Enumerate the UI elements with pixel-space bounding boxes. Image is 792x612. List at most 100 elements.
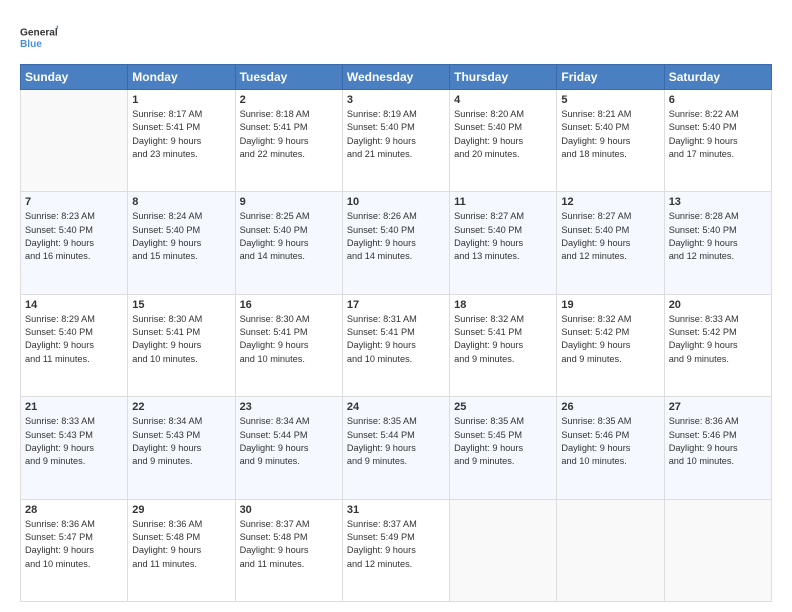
calendar-header-row: SundayMondayTuesdayWednesdayThursdayFrid…: [21, 65, 772, 90]
calendar-cell: [557, 499, 664, 601]
day-number: 29: [132, 504, 230, 516]
cell-info: Sunrise: 8:17 AMSunset: 5:41 PMDaylight:…: [132, 108, 230, 161]
day-number: 1: [132, 94, 230, 106]
cell-info: Sunrise: 8:18 AMSunset: 5:41 PMDaylight:…: [240, 108, 338, 161]
day-number: 16: [240, 299, 338, 311]
logo-icon: General Blue: [20, 18, 58, 56]
day-number: 26: [561, 401, 659, 413]
day-number: 28: [25, 504, 123, 516]
day-header-monday: Monday: [128, 65, 235, 90]
cell-info: Sunrise: 8:35 AMSunset: 5:44 PMDaylight:…: [347, 415, 445, 468]
day-number: 22: [132, 401, 230, 413]
day-number: 21: [25, 401, 123, 413]
cell-info: Sunrise: 8:34 AMSunset: 5:44 PMDaylight:…: [240, 415, 338, 468]
calendar-cell: 15Sunrise: 8:30 AMSunset: 5:41 PMDayligh…: [128, 294, 235, 396]
calendar-cell: [450, 499, 557, 601]
calendar-cell: [664, 499, 771, 601]
calendar-cell: 6Sunrise: 8:22 AMSunset: 5:40 PMDaylight…: [664, 90, 771, 192]
calendar-cell: 14Sunrise: 8:29 AMSunset: 5:40 PMDayligh…: [21, 294, 128, 396]
calendar-cell: 31Sunrise: 8:37 AMSunset: 5:49 PMDayligh…: [342, 499, 449, 601]
day-number: 3: [347, 94, 445, 106]
day-number: 20: [669, 299, 767, 311]
day-number: 8: [132, 196, 230, 208]
cell-info: Sunrise: 8:36 AMSunset: 5:46 PMDaylight:…: [669, 415, 767, 468]
day-number: 9: [240, 196, 338, 208]
calendar-cell: 13 Sunrise: 8:28 AMSunset: 5:40 PMDayligh…: [664, 192, 771, 294]
day-number: 4: [454, 94, 552, 106]
cell-info: Sunrise: 8:31 AMSunset: 5:41 PMDaylight:…: [347, 313, 445, 366]
calendar-cell: 2 Sunrise: 8:18 AMSunset: 5:41 PMDaylight…: [235, 90, 342, 192]
day-number: 11: [454, 196, 552, 208]
cell-info: Sunrise: 8:32 AMSunset: 5:42 PMDaylight:…: [561, 313, 659, 366]
day-number: 7: [25, 196, 123, 208]
calendar-cell: 23Sunrise: 8:34 AMSunset: 5:44 PMDayligh…: [235, 397, 342, 499]
day-header-tuesday: Tuesday: [235, 65, 342, 90]
cell-info: Sunrise: 8:22 AMSunset: 5:40 PMDaylight:…: [669, 108, 767, 161]
day-number: 10: [347, 196, 445, 208]
day-header-wednesday: Wednesday: [342, 65, 449, 90]
calendar-cell: 19 Sunrise: 8:32 AMSunset: 5:42 PMDayligh…: [557, 294, 664, 396]
cell-info: Sunrise: 8:33 AMSunset: 5:43 PMDaylight:…: [25, 415, 123, 468]
header: General Blue: [20, 18, 772, 56]
calendar-table: SundayMondayTuesdayWednesdayThursdayFrid…: [20, 64, 772, 602]
day-number: 5: [561, 94, 659, 106]
cell-info: Sunrise: 8:36 AMSunset: 5:48 PMDaylight:…: [132, 518, 230, 571]
calendar-cell: 24 Sunrise: 8:35 AMSunset: 5:44 PMDayligh…: [342, 397, 449, 499]
cell-info: Sunrise: 8:34 AMSunset: 5:43 PMDaylight:…: [132, 415, 230, 468]
day-header-friday: Friday: [557, 65, 664, 90]
cell-info: Sunrise: 8:35 AMSunset: 5:45 PMDaylight:…: [454, 415, 552, 468]
calendar-cell: 11Sunrise: 8:27 AMSunset: 5:40 PMDayligh…: [450, 192, 557, 294]
cell-info: Sunrise: 8:21 AMSunset: 5:40 PMDaylight:…: [561, 108, 659, 161]
day-header-saturday: Saturday: [664, 65, 771, 90]
cell-info: Sunrise: 8:24 AMSunset: 5:40 PMDaylight:…: [132, 210, 230, 263]
calendar-cell: 7 Sunrise: 8:23 AMSunset: 5:40 PMDaylight…: [21, 192, 128, 294]
cell-info: Sunrise: 8:32 AMSunset: 5:41 PMDaylight:…: [454, 313, 552, 366]
day-number: 2: [240, 94, 338, 106]
cell-info: Sunrise: 8:28 AMSunset: 5:40 PMDaylight:…: [669, 210, 767, 263]
day-number: 18: [454, 299, 552, 311]
cell-info: Sunrise: 8:35 AMSunset: 5:46 PMDaylight:…: [561, 415, 659, 468]
day-number: 30: [240, 504, 338, 516]
calendar-cell: 30 Sunrise: 8:37 AMSunset: 5:48 PMDayligh…: [235, 499, 342, 601]
calendar-cell: [21, 90, 128, 192]
cell-info: Sunrise: 8:29 AMSunset: 5:40 PMDaylight:…: [25, 313, 123, 366]
day-header-sunday: Sunday: [21, 65, 128, 90]
day-number: 13: [669, 196, 767, 208]
day-number: 12: [561, 196, 659, 208]
cell-info: Sunrise: 8:33 AMSunset: 5:42 PMDaylight:…: [669, 313, 767, 366]
calendar-cell: 12 Sunrise: 8:27 AMSunset: 5:40 PMDayligh…: [557, 192, 664, 294]
calendar-cell: 8 Sunrise: 8:24 AMSunset: 5:40 PMDaylight…: [128, 192, 235, 294]
svg-text:Blue: Blue: [20, 39, 42, 50]
day-number: 24: [347, 401, 445, 413]
calendar-cell: 28 Sunrise: 8:36 AMSunset: 5:47 PMDayligh…: [21, 499, 128, 601]
week-row-1: 1 Sunrise: 8:17 AMSunset: 5:41 PMDaylight…: [21, 90, 772, 192]
day-number: 17: [347, 299, 445, 311]
cell-info: Sunrise: 8:20 AMSunset: 5:40 PMDaylight:…: [454, 108, 552, 161]
week-row-2: 7 Sunrise: 8:23 AMSunset: 5:40 PMDaylight…: [21, 192, 772, 294]
calendar-cell: 18 Sunrise: 8:32 AMSunset: 5:41 PMDayligh…: [450, 294, 557, 396]
cell-info: Sunrise: 8:37 AMSunset: 5:49 PMDaylight:…: [347, 518, 445, 571]
cell-info: Sunrise: 8:27 AMSunset: 5:40 PMDaylight:…: [561, 210, 659, 263]
cell-info: Sunrise: 8:36 AMSunset: 5:47 PMDaylight:…: [25, 518, 123, 571]
cell-info: Sunrise: 8:37 AMSunset: 5:48 PMDaylight:…: [240, 518, 338, 571]
day-number: 25: [454, 401, 552, 413]
cell-info: Sunrise: 8:25 AMSunset: 5:40 PMDaylight:…: [240, 210, 338, 263]
page: General Blue SundayMondayTuesdayWednesda…: [0, 0, 792, 612]
week-row-4: 21 Sunrise: 8:33 AMSunset: 5:43 PMDayligh…: [21, 397, 772, 499]
calendar-cell: 16Sunrise: 8:30 AMSunset: 5:41 PMDayligh…: [235, 294, 342, 396]
calendar-cell: 27 Sunrise: 8:36 AMSunset: 5:46 PMDayligh…: [664, 397, 771, 499]
calendar-cell: 5 Sunrise: 8:21 AMSunset: 5:40 PMDaylight…: [557, 90, 664, 192]
calendar-cell: 25 Sunrise: 8:35 AMSunset: 5:45 PMDayligh…: [450, 397, 557, 499]
day-number: 27: [669, 401, 767, 413]
week-row-5: 28 Sunrise: 8:36 AMSunset: 5:47 PMDayligh…: [21, 499, 772, 601]
cell-info: Sunrise: 8:23 AMSunset: 5:40 PMDaylight:…: [25, 210, 123, 263]
calendar-cell: 10Sunrise: 8:26 AMSunset: 5:40 PMDayligh…: [342, 192, 449, 294]
calendar-cell: 22 Sunrise: 8:34 AMSunset: 5:43 PMDayligh…: [128, 397, 235, 499]
calendar-cell: 17 Sunrise: 8:31 AMSunset: 5:41 PMDayligh…: [342, 294, 449, 396]
calendar-cell: 29 Sunrise: 8:36 AMSunset: 5:48 PMDayligh…: [128, 499, 235, 601]
calendar-cell: 9 Sunrise: 8:25 AMSunset: 5:40 PMDaylight…: [235, 192, 342, 294]
calendar-cell: 1 Sunrise: 8:17 AMSunset: 5:41 PMDaylight…: [128, 90, 235, 192]
day-header-thursday: Thursday: [450, 65, 557, 90]
day-number: 19: [561, 299, 659, 311]
calendar-cell: 21 Sunrise: 8:33 AMSunset: 5:43 PMDayligh…: [21, 397, 128, 499]
